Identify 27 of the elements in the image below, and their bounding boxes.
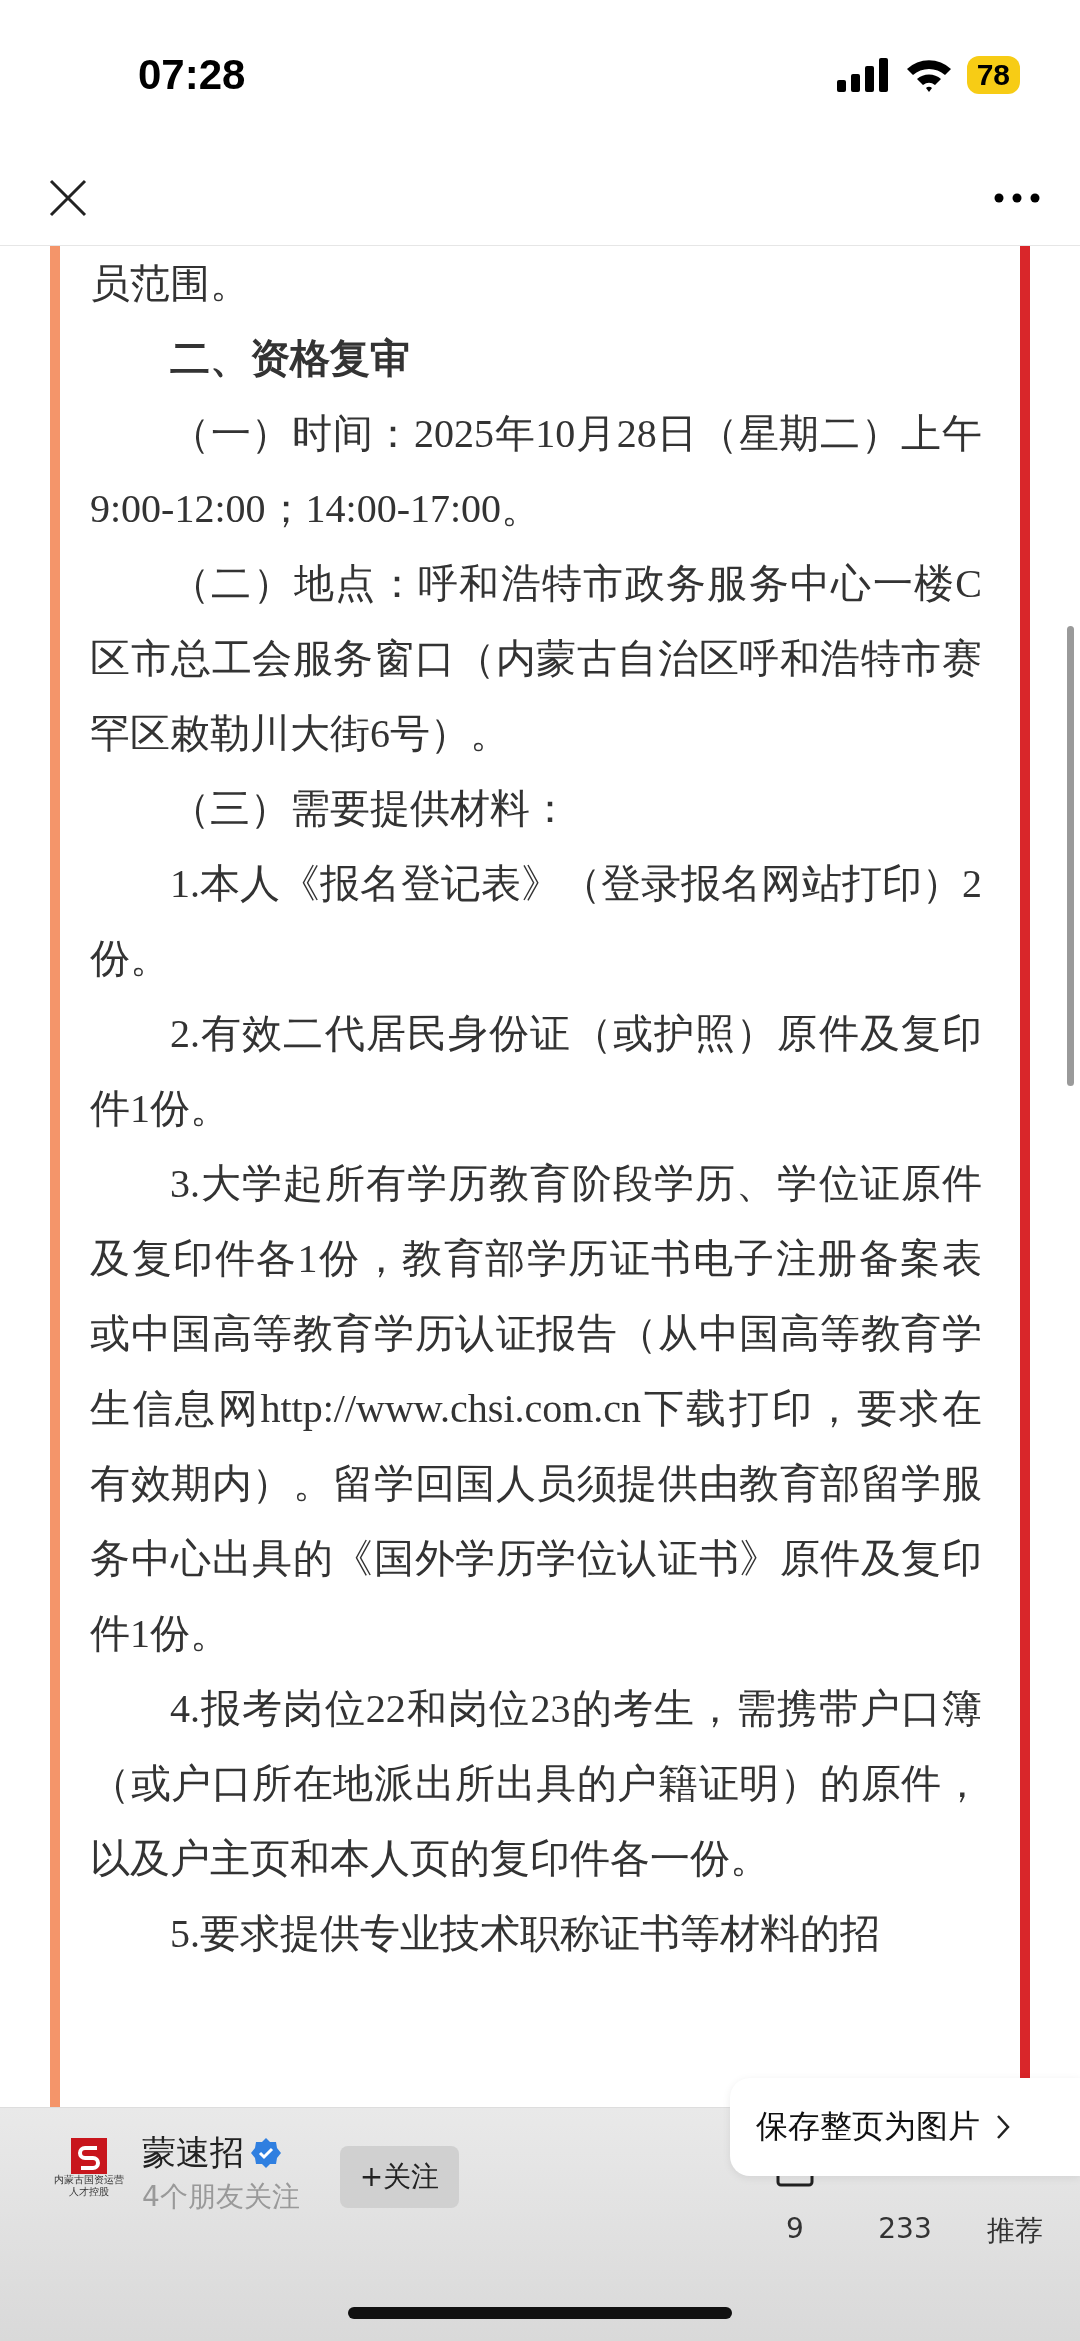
article-paragraph: （三）需要提供材料：	[169, 785, 571, 833]
article-paragraph: 1.本人《报名登记表》（登录报名网站打印）2份。	[90, 860, 982, 983]
stat-label: 推荐	[987, 2213, 1043, 2249]
stat-label: 9	[786, 2212, 804, 2245]
chevron-right-icon	[996, 2114, 1010, 2140]
logo-text: 人才控股	[69, 2186, 109, 2198]
logo-text: 内蒙古国资运营	[54, 2174, 124, 2186]
follow-button[interactable]: +关注	[339, 2146, 460, 2208]
article-paragraph: 3.大学起所有学历教育阶段学历、学位证原件及复印件各1份，教育部学历证书电子注册备案表或中国高等教育学历认证报告（从中国高等教育学生信息网http://www.chsi.com.cn下载打印，要求在有效期内）。留学回国人员须提供由教育部留学服务中心出具的《国外学历学位认证书》原件及复印件1份。	[90, 1160, 982, 1658]
signal-icon	[836, 58, 891, 92]
article-paragraph: 员范围。	[90, 260, 251, 308]
scrollbar-thumb[interactable]	[1067, 626, 1074, 1086]
save-page-as-image-menu[interactable]: 保存整页为图片	[730, 2078, 1080, 2176]
article-paragraph: 5.要求提供专业技术职称证书等材料的招	[169, 1910, 881, 1958]
article-paragraph: （二）地点：呼和浩特市政务服务中心一楼C区市总工会服务窗口（内蒙古自治区呼和浩特市赛罕区敕勒川大街6号）。	[90, 560, 982, 758]
status-time: 07:28	[138, 51, 246, 99]
stat-label: 233	[878, 2212, 932, 2245]
logo-icon	[71, 2138, 107, 2174]
close-icon[interactable]	[48, 177, 88, 218]
battery-level: 78	[966, 56, 1020, 94]
account-name[interactable]: 蒙速招	[142, 2130, 244, 2176]
more-icon[interactable]	[994, 192, 1040, 203]
followers-count: 4个朋友关注	[142, 2179, 300, 2215]
article-paragraph: 4.报考岗位22和岗位23的考生，需携带户口簿（或户口所在地派出所出具的户籍证明）的原件，以及户主页和本人页的复印件各一份。	[90, 1685, 982, 1883]
article-paragraph: （一）时间：2025年10月28日（星期二）上午9:00-12:00；14:00-17:00。	[90, 410, 982, 533]
article-paragraph: 2.有效二代居民身份证（或护照）原件及复印件1份。	[90, 1010, 982, 1133]
section-heading: 二、资格复审	[169, 335, 411, 383]
